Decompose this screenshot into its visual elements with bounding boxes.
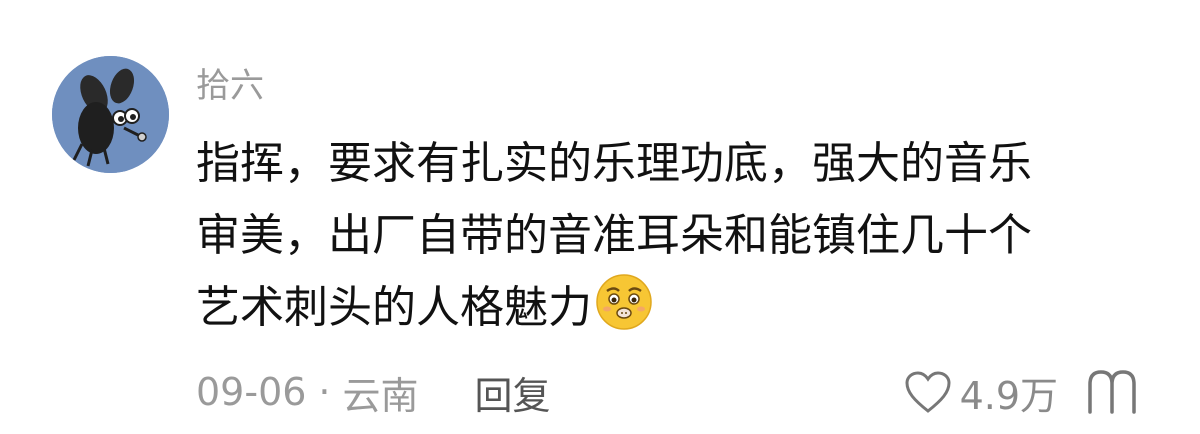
comment-meta: 09-06 · 云南 回复 bbox=[196, 364, 551, 420]
comment-line-text: 艺术刺头的人格魅力 bbox=[196, 282, 592, 333]
comment-line: 艺术刺头的人格魅力 bbox=[196, 272, 1156, 344]
cartoon-fly-icon bbox=[52, 56, 169, 173]
comment-text: 指挥，要求有扎实的乐理功底，强大的音乐 审美，出厂自带的音准耳朵和能镇住几十个 … bbox=[196, 128, 1156, 344]
comment-line: 审美，出厂自带的音准耳朵和能镇住几十个 bbox=[196, 210, 1032, 261]
like-count: 4.9万 bbox=[959, 373, 1058, 418]
pleading-face-emoji bbox=[594, 272, 654, 332]
like-button[interactable]: 4.9万 bbox=[904, 365, 1058, 420]
comment-line: 指挥，要求有扎实的乐理功底，强大的音乐 bbox=[196, 138, 1032, 189]
avatar[interactable] bbox=[52, 56, 169, 173]
heart-outline-icon bbox=[905, 371, 951, 413]
comment-date: 09-06 bbox=[196, 370, 307, 414]
dislike-button[interactable] bbox=[1084, 368, 1140, 416]
comment-actions: 4.9万 bbox=[904, 364, 1140, 420]
username[interactable]: 拾六 bbox=[196, 64, 264, 108]
reply-button[interactable]: 回复 bbox=[475, 365, 551, 420]
comment-location: 云南 bbox=[342, 373, 419, 418]
dislike-icon bbox=[1088, 370, 1136, 414]
meta-separator: · bbox=[318, 370, 331, 414]
